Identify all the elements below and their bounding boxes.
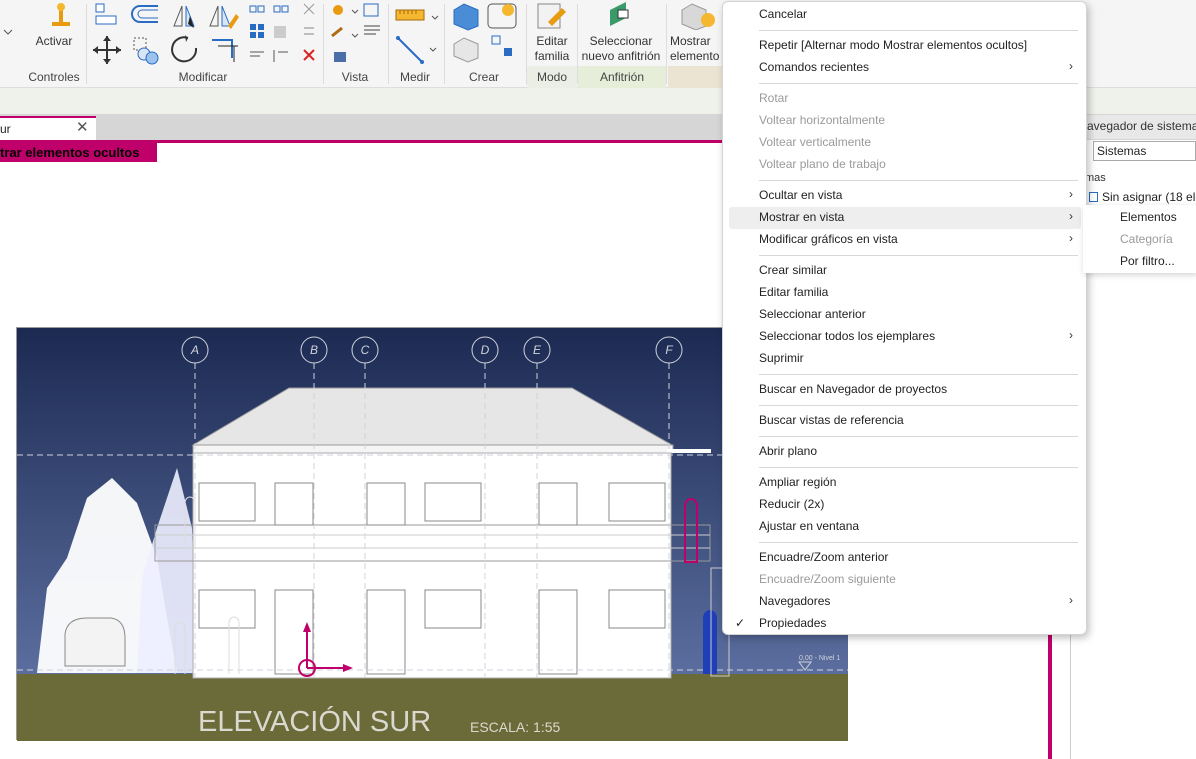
submenu-item-por-filtro[interactable]: Por filtro... (1120, 254, 1175, 268)
elevation-title: ELEVACIÓN SUR (198, 706, 432, 738)
edit-family-icon[interactable] (534, 0, 570, 30)
rotate-icon[interactable] (168, 34, 202, 66)
array-scale-icons[interactable] (248, 22, 318, 66)
ground-band (17, 674, 848, 741)
chevron-right-icon: › (1069, 231, 1073, 245)
chevron-right-icon: › (1069, 593, 1073, 607)
grid-label-c: C (361, 343, 370, 357)
systems-select[interactable]: Sistemas (1093, 141, 1196, 161)
menu-item-repetir-alternar-modo-mostrar-elementos-ocultos[interactable]: Repetir [Alternar modo Mostrar elementos… (759, 35, 1027, 55)
menu-separator (759, 436, 1078, 437)
chevron-right-icon: › (1069, 209, 1073, 223)
grid-label-d: D (481, 343, 490, 357)
pick-new-host-button[interactable]: Seleccionar nuevo anfitrión (578, 34, 664, 64)
pick-host-icon[interactable] (606, 0, 638, 30)
menu-item-encuadre-zoom-anterior[interactable]: Encuadre/Zoom anterior (759, 547, 888, 567)
menu-separator (759, 374, 1078, 375)
grid-label-f: F (665, 343, 673, 357)
hidden-mode-border-right (1048, 635, 1052, 759)
facade (192, 452, 672, 679)
activate-button[interactable]: Activar (34, 34, 74, 49)
menu-item-modificar-gráficos-en-vista[interactable]: Modificar gráficos en vista (759, 229, 898, 249)
system-browser-title: avegador de sistema (1083, 115, 1196, 139)
grid-label-b: B (310, 343, 318, 357)
car-shape (64, 617, 126, 667)
split-tools-icons[interactable] (248, 2, 318, 20)
menu-item-ocultar-en-vista[interactable]: Ocultar en vista (759, 185, 842, 205)
menu-item-voltear-plano-de-trabajo: Voltear plano de trabajo (759, 157, 886, 171)
selected-person-blue (703, 610, 717, 674)
tree-item-unassigned[interactable]: Sin asignar (18 ele (1089, 190, 1196, 204)
mirror-axis-icon[interactable] (170, 2, 198, 30)
panel-anfitrion: Anfitrión (599, 70, 645, 84)
menu-separator (759, 405, 1078, 406)
menu-item-buscar-en-navegador-de-proyectos[interactable]: Buscar en Navegador de proyectos (759, 379, 947, 399)
menu-item-reducir-2x[interactable]: Reducir (2x) (759, 494, 824, 514)
menu-item-navegadores[interactable]: Navegadores (759, 591, 830, 611)
panel-modificar: Modificar (178, 70, 228, 84)
copy-icon[interactable] (132, 34, 162, 66)
panel-medir: Medir (399, 70, 430, 84)
grid-label-e: E (533, 343, 542, 357)
system-icon (1089, 192, 1098, 202)
mirror-draw-icon[interactable] (206, 2, 240, 30)
menu-item-propiedades[interactable]: Propiedades (759, 613, 826, 633)
submenu-item-elementos[interactable]: Elementos (1120, 210, 1177, 224)
show-hidden-icon[interactable] (680, 0, 720, 30)
menu-separator (759, 180, 1078, 181)
level-label: 0,00 - Nivel 1 (799, 655, 840, 662)
menu-separator (759, 542, 1078, 543)
menu-item-cancelar[interactable]: Cancelar (759, 4, 807, 24)
menu-item-buscar-vistas-de-referencia[interactable]: Buscar vistas de referencia (759, 410, 904, 430)
chevron-right-icon: › (1069, 187, 1073, 201)
menu-item-seleccionar-anterior[interactable]: Seleccionar anterior (759, 304, 866, 324)
menu-separator (759, 255, 1078, 256)
align-icon[interactable] (94, 2, 120, 28)
panel-crear: Crear (468, 70, 499, 84)
menu-item-editar-familia[interactable]: Editar familia (759, 282, 828, 302)
show-in-view-submenu: Elementos Categoría Por filtro... (1083, 205, 1196, 273)
menu-item-comandos-recientes[interactable]: Comandos recientes (759, 57, 869, 77)
panel-modo: Modo (536, 70, 568, 84)
controls-arrow-icon[interactable] (0, 2, 16, 38)
chevron-right-icon: › (1069, 59, 1073, 73)
tree-column-header: mas (1085, 172, 1106, 184)
context-menu: Cancelar Repetir [Alternar modo Mostrar e… (722, 1, 1087, 635)
menu-item-mostrar-en-vista[interactable]: Mostrar en vista (759, 207, 844, 227)
menu-item-ampliar-región[interactable]: Ampliar región (759, 472, 836, 492)
panel-vista: Vista (341, 70, 369, 84)
menu-separator (759, 467, 1078, 468)
menu-separator (759, 83, 1078, 84)
menu-item-crear-similar[interactable]: Crear similar (759, 260, 827, 280)
menu-separator (759, 30, 1078, 31)
menu-item-ajustar-en-ventana[interactable]: Ajustar en ventana (759, 516, 859, 536)
close-icon[interactable]: ✕ (76, 118, 89, 136)
chevron-right-icon: › (1069, 328, 1073, 342)
menu-item-abrir-plano[interactable]: Abrir plano (759, 441, 817, 461)
view-tools-icons[interactable] (328, 2, 386, 66)
grid-label-a: A (190, 343, 199, 357)
check-icon: ✓ (735, 616, 746, 630)
menu-item-encuadre-zoom-siguiente: Encuadre/Zoom siguiente (759, 572, 896, 586)
create-tools-icons[interactable] (448, 0, 522, 66)
move-icon[interactable] (90, 34, 124, 66)
measure-icon[interactable] (394, 4, 440, 66)
elevation-scale: ESCALA: 1:55 (470, 719, 561, 735)
trim-icon[interactable] (208, 34, 244, 64)
menu-item-voltear-verticalmente: Voltear verticalmente (759, 135, 872, 149)
menu-item-suprimir[interactable]: Suprimir (759, 348, 804, 368)
menu-item-rotar: Rotar (759, 91, 789, 105)
divider (1070, 635, 1071, 759)
activate-icon[interactable] (50, 2, 72, 28)
menu-item-voltear-horizontalmente: Voltear horizontalmente (759, 113, 886, 127)
menu-item-seleccionar-todos-los-ejemplares[interactable]: Seleccionar todos los ejemplares (759, 326, 935, 346)
hidden-elements-banner: trar elementos ocultos (0, 143, 157, 162)
panel-controles: Controles (28, 70, 80, 84)
edit-family-button[interactable]: Editar familia (528, 34, 576, 64)
offset-icon[interactable] (130, 2, 162, 28)
show-hidden-button[interactable]: Mostrar elemento (670, 34, 722, 64)
submenu-item-categoria: Categoría (1120, 232, 1173, 246)
